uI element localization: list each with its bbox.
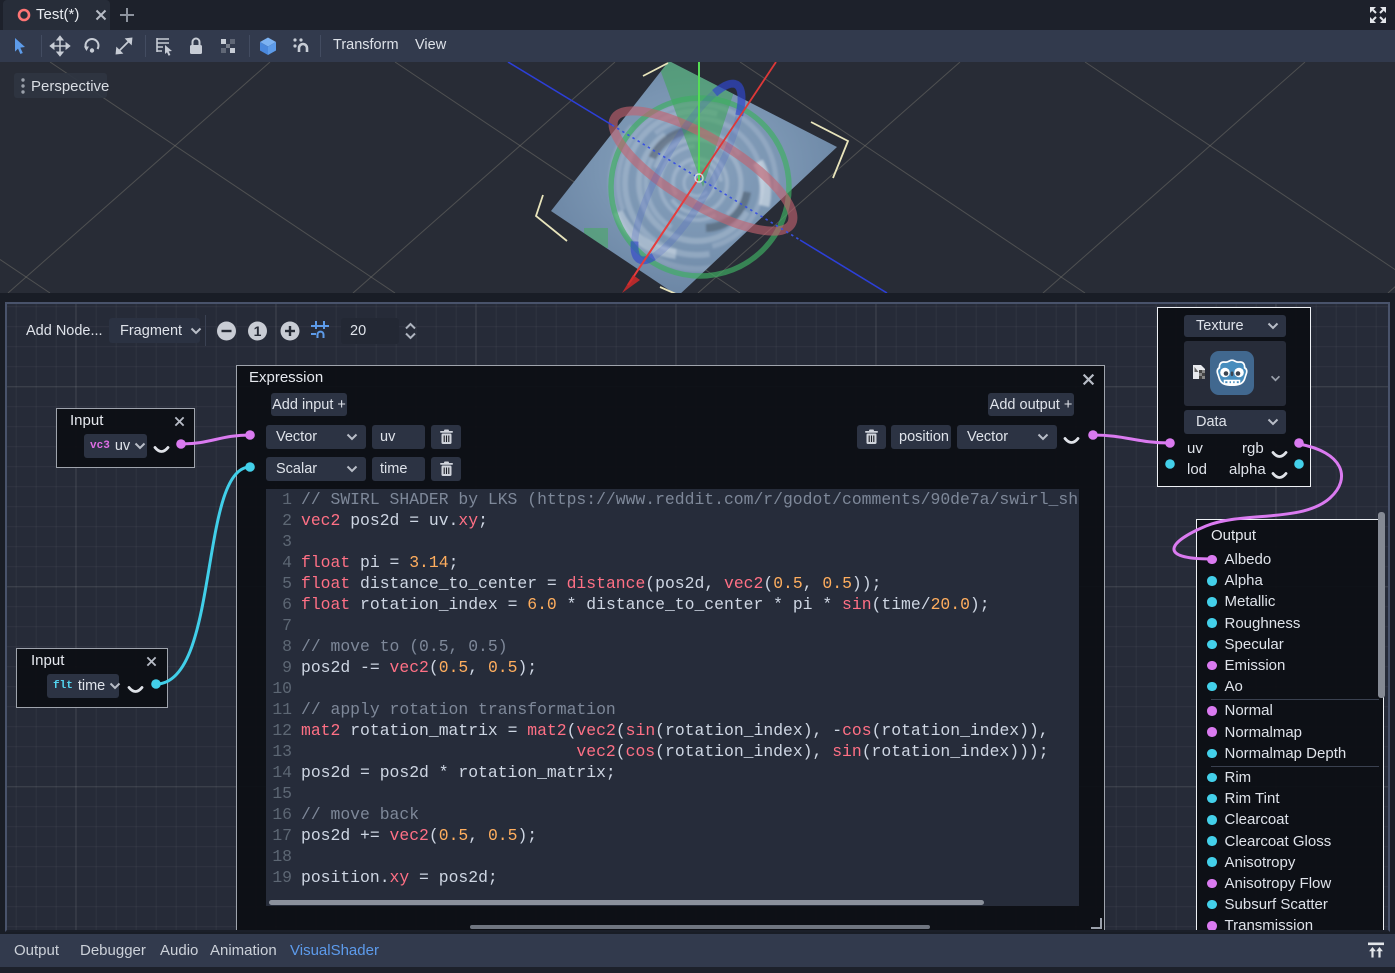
svg-text:Perspective: Perspective [31, 78, 109, 95]
svg-text:1: 1 [254, 323, 262, 339]
